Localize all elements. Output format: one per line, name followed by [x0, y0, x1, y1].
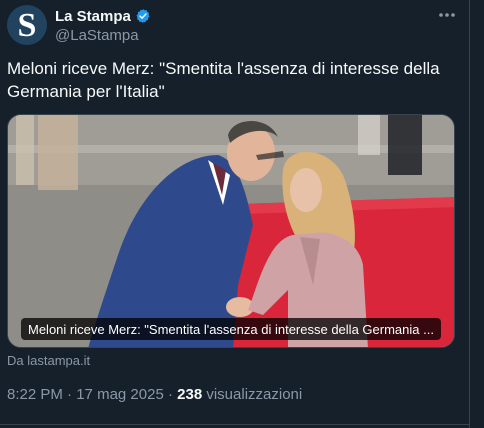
avatar[interactable]: S — [7, 5, 47, 45]
avatar-letter: S — [17, 7, 37, 44]
verified-badge-icon — [136, 9, 150, 23]
views-label: visualizzazioni — [202, 386, 303, 403]
tweet-date[interactable]: 17 mag 2025 — [76, 386, 164, 403]
author-name-text[interactable]: La Stampa — [55, 8, 131, 25]
author-name[interactable]: La Stampa — [55, 6, 151, 26]
tweet-text: Meloni riceve Merz: "Smentita l'assenza … — [7, 59, 440, 101]
tweet-divider — [0, 424, 469, 425]
tweet-meta: 8:22 PM · 17 mag 2025 · 238 visualizzazi… — [7, 386, 302, 403]
timeline-border — [469, 0, 470, 428]
meta-separator: · — [62, 386, 77, 403]
more-dots-icon — [439, 13, 455, 17]
views-count: 238 — [177, 386, 203, 403]
article-photo — [8, 115, 454, 347]
more-icon[interactable] — [436, 5, 458, 25]
link-card-media[interactable]: Meloni riceve Merz: "Smentita l'assenza … — [7, 114, 455, 348]
link-card-title: Meloni riceve Merz: "Smentita l'assenza … — [21, 318, 441, 340]
link-source[interactable]: Da lastampa.it — [7, 353, 90, 368]
author-handle[interactable]: @LaStampa — [55, 27, 139, 44]
meta-separator-2: · — [163, 386, 178, 403]
tweet-time[interactable]: 8:22 PM — [7, 386, 63, 403]
